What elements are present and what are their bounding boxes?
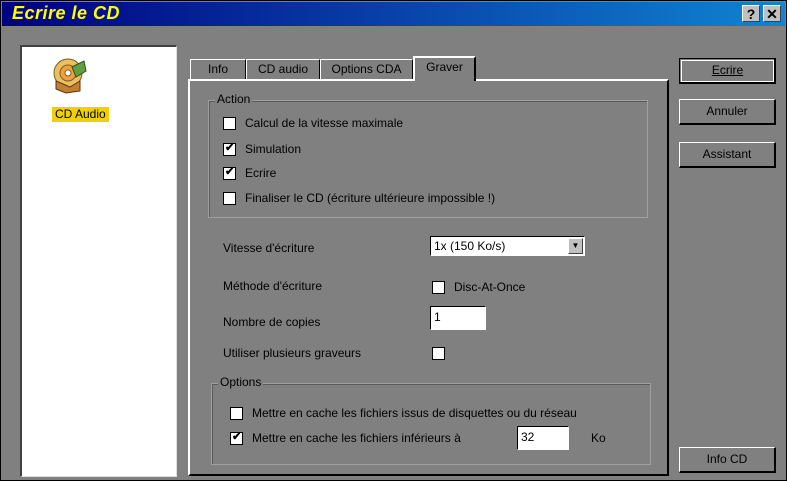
checkbox-box[interactable] <box>432 280 445 294</box>
copies-input[interactable]: 1 <box>430 306 486 330</box>
cache-small-checkbox[interactable]: Mettre en cache les fichiers inférieurs … <box>230 430 461 446</box>
checkbox-box[interactable] <box>223 191 236 205</box>
info-cd-button-label: Info CD <box>706 452 748 466</box>
checkbox-box[interactable] <box>223 141 236 156</box>
checkbox-box[interactable] <box>432 346 445 360</box>
cancel-button-label: Annuler <box>706 104 748 118</box>
cache-network-label: Mettre en cache les fichiers issus de di… <box>252 406 577 420</box>
help-button[interactable]: ? <box>742 5 760 22</box>
write-button[interactable]: Ecrire <box>679 58 776 84</box>
cache-network-checkbox[interactable]: Mettre en cache les fichiers issus de di… <box>230 405 577 421</box>
info-cd-button[interactable]: Info CD <box>679 447 776 473</box>
checkbox-box[interactable] <box>223 116 236 130</box>
cache-small-label: Mettre en cache les fichiers inférieurs … <box>252 431 461 445</box>
tab-options-cda[interactable]: Options CDA <box>320 59 413 79</box>
speed-label: Vitesse d'écriture <box>223 241 315 255</box>
graver-panel: Action Calcul de la vitesse maximale Sim… <box>188 79 669 476</box>
write-checkbox[interactable]: Ecrire <box>223 165 276 181</box>
checkbox-box[interactable] <box>230 430 243 445</box>
copies-label: Nombre de copies <box>223 315 321 329</box>
disc-at-once-checkbox[interactable]: Disc-At-Once <box>432 279 525 295</box>
checkbox-box[interactable] <box>230 406 243 420</box>
title-bar[interactable]: Ecrire le CD ? ✕ <box>2 2 785 26</box>
tab-graver[interactable]: Graver <box>413 56 476 81</box>
copies-value: 1 <box>434 310 441 324</box>
cd-audio-icon[interactable] <box>50 57 90 95</box>
finalize-label: Finaliser le CD (écriture ultérieure imp… <box>245 191 496 205</box>
disc-at-once-label: Disc-At-Once <box>454 280 526 294</box>
cache-size-input[interactable]: 32 <box>517 426 569 450</box>
method-label: Méthode d'écriture <box>223 279 323 293</box>
compilation-list[interactable]: CD Audio <box>20 45 177 477</box>
tab-info-label: Info <box>207 62 228 76</box>
finalize-checkbox[interactable]: Finaliser le CD (écriture ultérieure imp… <box>223 190 495 206</box>
tab-cd-audio[interactable]: CD audio <box>246 59 320 79</box>
simulation-checkbox[interactable]: Simulation <box>223 141 301 157</box>
cd-audio-label[interactable]: CD Audio <box>52 107 109 122</box>
cache-size-value: 32 <box>521 430 535 444</box>
window-title: Ecrire le CD <box>12 3 121 23</box>
cache-size-unit: Ko <box>591 431 606 445</box>
chevron-down-icon[interactable]: ▼ <box>568 238 583 254</box>
tab-cd-audio-label: CD audio <box>257 62 309 76</box>
max-speed-checkbox[interactable]: Calcul de la vitesse maximale <box>223 115 403 131</box>
options-group-title: Options <box>218 375 264 389</box>
checkbox-box[interactable] <box>223 165 236 180</box>
cancel-button[interactable]: Annuler <box>679 99 776 125</box>
max-speed-label: Calcul de la vitesse maximale <box>245 116 404 130</box>
options-group: Options Mettre en cache les fichiers iss… <box>211 375 651 465</box>
tab-options-cda-label: Options CDA <box>331 62 402 76</box>
close-button[interactable]: ✕ <box>763 5 781 22</box>
close-icon: ✕ <box>766 6 778 22</box>
dialog-window: Ecrire le CD ? ✕ CD Audio Info CD audio … <box>0 0 787 481</box>
tab-info[interactable]: Info <box>190 59 246 79</box>
assistant-button-label: Assistant <box>702 147 752 161</box>
action-group-title: Action <box>215 92 253 106</box>
speed-value: 1x (150 Ko/s) <box>434 239 506 253</box>
multi-burner-checkbox[interactable] <box>432 345 454 361</box>
tab-graver-label: Graver <box>426 60 463 74</box>
write-label: Ecrire <box>245 166 277 180</box>
write-button-label: Ecrire <box>711 63 744 77</box>
help-icon: ? <box>746 6 756 22</box>
simulation-label: Simulation <box>245 142 302 156</box>
action-group: Action Calcul de la vitesse maximale Sim… <box>208 92 648 218</box>
speed-select[interactable]: 1x (150 Ko/s) ▼ <box>430 236 585 256</box>
multi-burner-label: Utiliser plusieurs graveurs <box>223 346 362 360</box>
assistant-button[interactable]: Assistant <box>679 142 776 168</box>
